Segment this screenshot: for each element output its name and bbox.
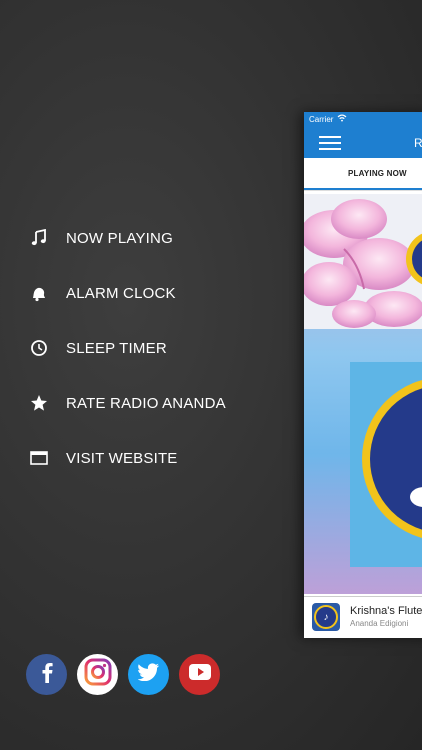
facebook-icon bbox=[38, 661, 56, 688]
menu-item-visit-website[interactable]: VISIT WEBSITE bbox=[28, 438, 288, 478]
tab-underline bbox=[304, 188, 422, 190]
flower-artwork bbox=[304, 194, 422, 567]
app-navbar: R bbox=[304, 126, 422, 158]
instagram-button[interactable] bbox=[77, 654, 118, 695]
menu-item-sleep-timer[interactable]: SLEEP TIMER bbox=[28, 328, 288, 368]
menu-item-alarm-clock[interactable]: ALARM CLOCK bbox=[28, 273, 288, 313]
clock-icon bbox=[28, 337, 50, 359]
menu-item-label: RATE RADIO ANANDA bbox=[66, 394, 226, 412]
twitter-icon bbox=[137, 663, 160, 686]
star-icon bbox=[28, 392, 50, 414]
menu-item-label: SLEEP TIMER bbox=[66, 339, 167, 357]
menu-item-label: NOW PLAYING bbox=[66, 229, 173, 247]
album-artwork bbox=[304, 194, 422, 594]
facebook-button[interactable] bbox=[26, 654, 67, 695]
bell-icon bbox=[28, 282, 50, 304]
hamburger-menu-icon[interactable] bbox=[319, 136, 341, 150]
instagram-icon bbox=[84, 658, 112, 691]
app-preview-panel[interactable]: Carrier R PLAYING NOW ♪ Krishna's Flute … bbox=[304, 112, 422, 638]
track-title: Krishna's Flute bbox=[350, 605, 422, 617]
app-title: R bbox=[414, 136, 422, 150]
twitter-button[interactable] bbox=[128, 654, 169, 695]
music-note-icon bbox=[28, 227, 50, 249]
menu-item-rate[interactable]: RATE RADIO ANANDA bbox=[28, 383, 288, 423]
menu-item-label: ALARM CLOCK bbox=[66, 284, 176, 302]
menu-item-now-playing[interactable]: NOW PLAYING bbox=[28, 218, 288, 258]
menu-item-label: VISIT WEBSITE bbox=[66, 449, 178, 467]
wifi-icon bbox=[337, 114, 347, 124]
youtube-button[interactable] bbox=[179, 654, 220, 695]
tab-bar: PLAYING NOW bbox=[304, 158, 422, 191]
track-thumbnail: ♪ bbox=[312, 603, 340, 631]
youtube-icon bbox=[188, 664, 211, 685]
status-bar: Carrier bbox=[304, 112, 422, 126]
carrier-label: Carrier bbox=[309, 114, 334, 124]
browser-window-icon bbox=[28, 447, 50, 469]
track-artist: Ananda Edigioni bbox=[350, 619, 409, 628]
social-links bbox=[26, 654, 220, 695]
music-note-icon: ♪ bbox=[323, 611, 329, 623]
tab-playing-now[interactable]: PLAYING NOW bbox=[348, 169, 407, 178]
mini-player[interactable]: ♪ Krishna's Flute Ananda Edigioni bbox=[304, 596, 422, 638]
